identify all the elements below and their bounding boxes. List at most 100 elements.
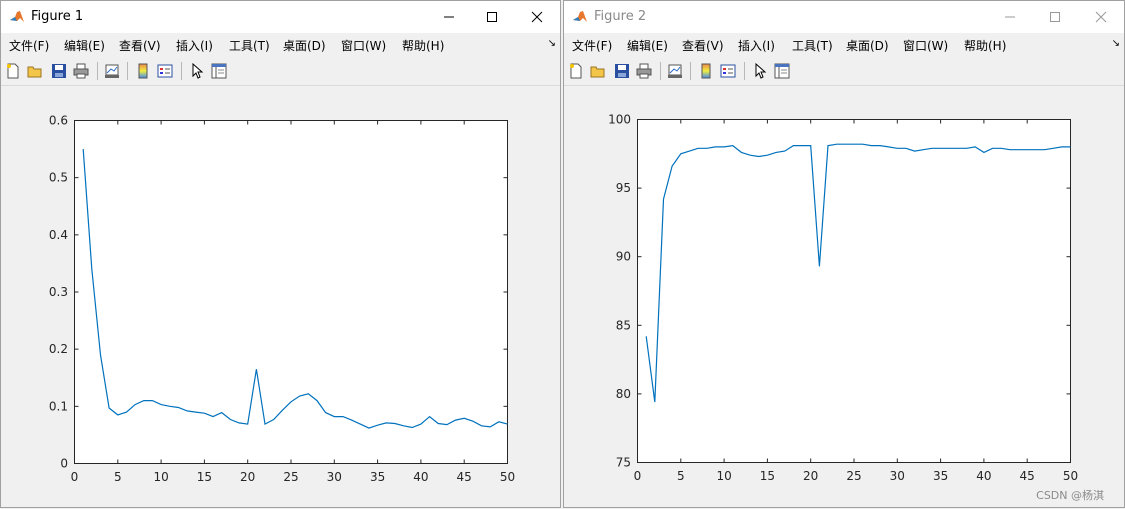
property-inspector-icon[interactable]: [774, 63, 790, 79]
menu-edit[interactable]: 编辑(E): [64, 37, 105, 54]
x-tick-label: 25: [846, 469, 861, 483]
maximize-icon: [1050, 12, 1060, 22]
toolbar-separator: [744, 62, 745, 80]
figure-1-window: Figure 1 文件(F) 编辑(E) 查看(V) 插入(I) 工具(T) 桌…: [0, 0, 561, 508]
y-tick-label: 75: [616, 456, 631, 470]
y-tick-label: 85: [616, 318, 631, 332]
x-tick-label: 5: [114, 470, 122, 484]
new-file-icon[interactable]: [5, 63, 21, 79]
menu-file[interactable]: 文件(F): [9, 37, 49, 54]
x-tick-label: 45: [1020, 469, 1035, 483]
menu-desktop[interactable]: 桌面(D): [283, 37, 326, 54]
property-inspector-icon[interactable]: [211, 63, 227, 79]
close-icon: [531, 11, 543, 23]
menu-bar: 文件(F) 编辑(E) 查看(V) 插入(I) 工具(T) 桌面(D) 窗口(W…: [1, 33, 560, 57]
figure-2-axes[interactable]: 0 5 10 15 20 25 30 35 40 45 50 75 80 85 90 95 100: [564, 87, 1124, 507]
x-tick-label: 40: [413, 470, 428, 484]
x-tick-label: 10: [716, 469, 731, 483]
maximize-icon: [487, 12, 497, 22]
y-tick-label: 0.6: [49, 114, 68, 128]
toolbar-separator: [97, 62, 98, 80]
legend-icon[interactable]: [157, 63, 173, 79]
menu-bar: 文件(F) 编辑(E) 查看(V) 插入(I) 工具(T) 桌面(D) 窗口(W…: [564, 33, 1124, 57]
x-tick-label: 25: [283, 470, 298, 484]
y-tick-label: 0.2: [49, 342, 68, 356]
x-tick-label: 5: [677, 469, 685, 483]
link-plot-icon[interactable]: [667, 63, 683, 79]
y-tick-label: 100: [608, 113, 631, 127]
colorbar-icon[interactable]: [135, 63, 151, 79]
print-icon[interactable]: [73, 63, 89, 79]
minimize-button[interactable]: [987, 1, 1033, 33]
minimize-icon: [1005, 16, 1015, 18]
matlab-logo-icon: [572, 9, 588, 25]
toolbar-separator: [181, 62, 182, 80]
maximize-button[interactable]: [469, 1, 515, 33]
menu-help[interactable]: 帮助(H): [964, 37, 1006, 54]
figure-2-window: Figure 2 文件(F) 编辑(E) 查看(V) 插入(I) 工具(T) 桌…: [563, 0, 1125, 508]
menu-desktop[interactable]: 桌面(D): [846, 37, 889, 54]
menu-file[interactable]: 文件(F): [572, 37, 612, 54]
x-tick-label: 30: [890, 469, 905, 483]
x-tick-label: 35: [933, 469, 948, 483]
y-tick-label: 0: [60, 457, 68, 471]
matlab-logo-icon: [9, 9, 25, 25]
x-tick-label: 30: [327, 470, 342, 484]
watermark: CSDN @杨淇: [1036, 489, 1104, 502]
x-tick-label: 10: [153, 470, 168, 484]
axes-box: [74, 120, 508, 464]
x-tick-label: 15: [760, 469, 775, 483]
open-folder-icon[interactable]: [590, 63, 606, 79]
menu-help[interactable]: 帮助(H): [402, 37, 444, 54]
x-tick-label: 0: [634, 469, 642, 483]
y-tick-label: 95: [616, 181, 631, 195]
print-icon[interactable]: [636, 63, 652, 79]
minimize-icon: [444, 16, 454, 18]
close-button[interactable]: [514, 1, 560, 33]
colorbar-icon[interactable]: [698, 63, 714, 79]
y-tick-label: 90: [616, 250, 631, 264]
minimize-button[interactable]: [426, 1, 472, 33]
y-tick-label: 80: [616, 387, 631, 401]
axes-box: [637, 119, 1071, 463]
maximize-button[interactable]: [1032, 1, 1078, 33]
y-tick-label: 0.5: [49, 171, 68, 185]
close-button[interactable]: [1078, 1, 1124, 33]
x-tick-label: 20: [803, 469, 818, 483]
title-bar[interactable]: Figure 1: [1, 1, 560, 33]
menu-overflow-icon[interactable]: ↘: [548, 38, 556, 49]
pointer-icon[interactable]: [752, 63, 768, 79]
menu-view[interactable]: 查看(V): [682, 37, 724, 54]
x-tick-label: 15: [197, 470, 212, 484]
menu-overflow-icon[interactable]: ↘: [1112, 38, 1120, 49]
legend-icon[interactable]: [720, 63, 736, 79]
toolbar: [564, 57, 1124, 86]
save-icon[interactable]: [51, 63, 67, 79]
x-tick-label: 50: [1063, 469, 1078, 483]
menu-window[interactable]: 窗口(W): [903, 37, 948, 54]
x-tick-label: 45: [457, 470, 472, 484]
open-folder-icon[interactable]: [27, 63, 43, 79]
x-tick-label: 50: [500, 470, 515, 484]
window-title: Figure 2: [594, 9, 647, 24]
y-tick-label: 0.3: [49, 285, 68, 299]
y-tick-label: 0.4: [49, 228, 68, 242]
link-plot-icon[interactable]: [104, 63, 120, 79]
menu-tools[interactable]: 工具(T): [229, 37, 270, 54]
new-file-icon[interactable]: [568, 63, 584, 79]
y-tick-label: 0.1: [49, 399, 68, 413]
menu-view[interactable]: 查看(V): [119, 37, 161, 54]
menu-tools[interactable]: 工具(T): [792, 37, 833, 54]
save-icon[interactable]: [614, 63, 630, 79]
figure-1-axes[interactable]: 0 5 10 15 20 25 30 35 40 45 50 0 0.1 0.2 0.3 0.4 0.5 0.6: [1, 87, 560, 507]
x-tick-label: 0: [71, 470, 79, 484]
x-tick-label: 20: [240, 470, 255, 484]
toolbar-separator: [690, 62, 691, 80]
x-tick-label: 40: [976, 469, 991, 483]
title-bar[interactable]: Figure 2: [564, 1, 1124, 33]
menu-insert[interactable]: 插入(I): [176, 37, 213, 54]
menu-insert[interactable]: 插入(I): [738, 37, 775, 54]
pointer-icon[interactable]: [189, 63, 205, 79]
menu-edit[interactable]: 编辑(E): [627, 37, 668, 54]
menu-window[interactable]: 窗口(W): [341, 37, 386, 54]
